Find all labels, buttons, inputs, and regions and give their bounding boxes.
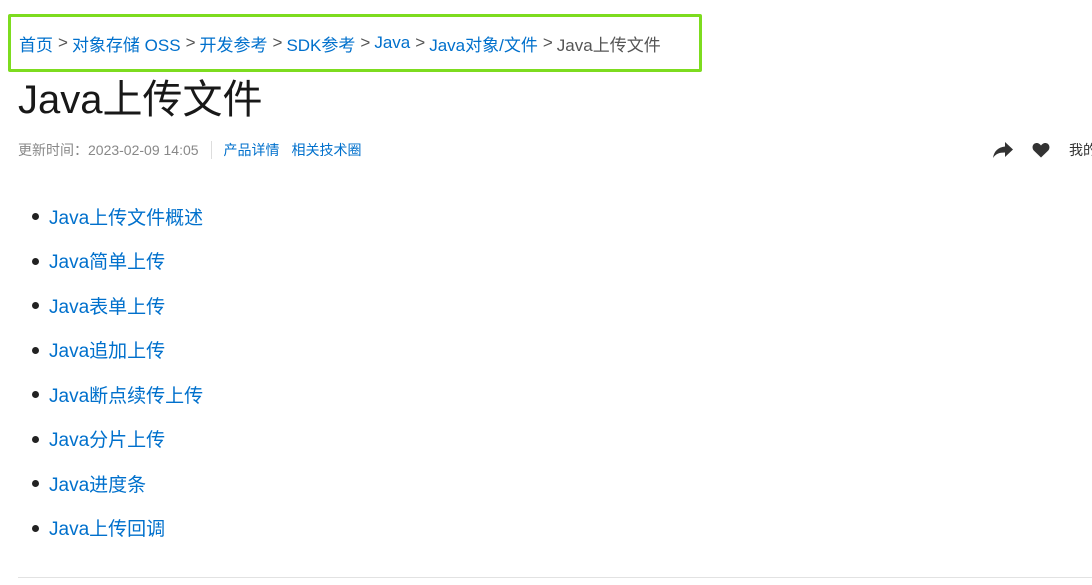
toc-link[interactable]: Java进度条 <box>49 470 146 497</box>
page-title: Java上传文件 <box>18 78 263 122</box>
breadcrumb-separator: > <box>58 33 68 52</box>
bullet <box>32 302 39 310</box>
heart-icon[interactable] <box>1030 139 1052 161</box>
meta-divider <box>210 141 212 159</box>
list-item: Java断点续传上传 <box>0 372 203 417</box>
my-label[interactable]: 我的 <box>1069 140 1092 160</box>
breadcrumb-oss-link[interactable]: 对象存储 OSS <box>72 31 181 56</box>
toc-link[interactable]: Java追加上传 <box>49 336 165 363</box>
breadcrumb-separator: > <box>542 33 553 52</box>
bullet <box>32 213 39 221</box>
breadcrumb-java-object-file-link[interactable]: Java对象/文件 <box>429 31 538 56</box>
list-item: Java上传文件概述 <box>0 194 203 239</box>
breadcrumb: 首页 > 对象存储 OSS > 开发参考 > SDK参考 > Java > Ja… <box>8 14 702 72</box>
list-item: Java追加上传 <box>0 328 203 373</box>
updated-time: 更新时间：2023-02-09 14:05 <box>18 142 199 158</box>
breadcrumb-dev-reference-link[interactable]: 开发参考 <box>200 31 268 56</box>
toc-list: Java上传文件概述 Java简单上传 Java表单上传 Java追加上传 Ja… <box>0 194 203 550</box>
toc-link[interactable]: Java简单上传 <box>49 247 165 274</box>
toc-link[interactable]: Java断点续传上传 <box>49 381 203 408</box>
breadcrumb-sdk-reference-link[interactable]: SDK参考 <box>286 31 355 56</box>
toc-link[interactable]: Java上传回调 <box>49 514 165 541</box>
toc-link[interactable]: Java上传文件概述 <box>49 203 203 230</box>
breadcrumb-current: Java上传文件 <box>556 35 661 55</box>
share-icon[interactable] <box>992 139 1014 161</box>
product-details-link[interactable]: 产品详情 <box>224 140 280 160</box>
list-item: Java表单上传 <box>0 283 203 328</box>
toc-link[interactable]: Java分片上传 <box>49 425 165 452</box>
bullet <box>32 435 39 443</box>
related-tech-circle-link[interactable]: 相关技术圈 <box>292 140 362 160</box>
bullet <box>32 257 39 265</box>
bullet <box>32 391 39 399</box>
section-divider <box>18 577 1092 578</box>
meta-row: 更新时间：2023-02-09 14:05 产品详情 相关技术圈 <box>18 140 374 160</box>
breadcrumb-separator: > <box>360 33 371 52</box>
list-item: Java进度条 <box>0 461 203 506</box>
bullet <box>32 346 39 354</box>
list-item: Java简单上传 <box>0 239 203 284</box>
breadcrumb-separator: > <box>272 33 283 52</box>
toc-link[interactable]: Java表单上传 <box>49 292 165 319</box>
breadcrumb-home-link[interactable]: 首页 <box>19 31 53 56</box>
meta-actions: 我的 <box>992 139 1092 161</box>
breadcrumb-separator: > <box>185 33 196 52</box>
bullet <box>32 524 39 532</box>
doc-page: 首页 > 对象存储 OSS > 开发参考 > SDK参考 > Java > Ja… <box>0 0 1092 585</box>
list-item: Java上传回调 <box>0 506 203 551</box>
breadcrumb-java-link[interactable]: Java <box>374 33 410 53</box>
bullet <box>32 480 39 488</box>
breadcrumb-separator: > <box>415 33 426 52</box>
list-item: Java分片上传 <box>0 417 203 462</box>
